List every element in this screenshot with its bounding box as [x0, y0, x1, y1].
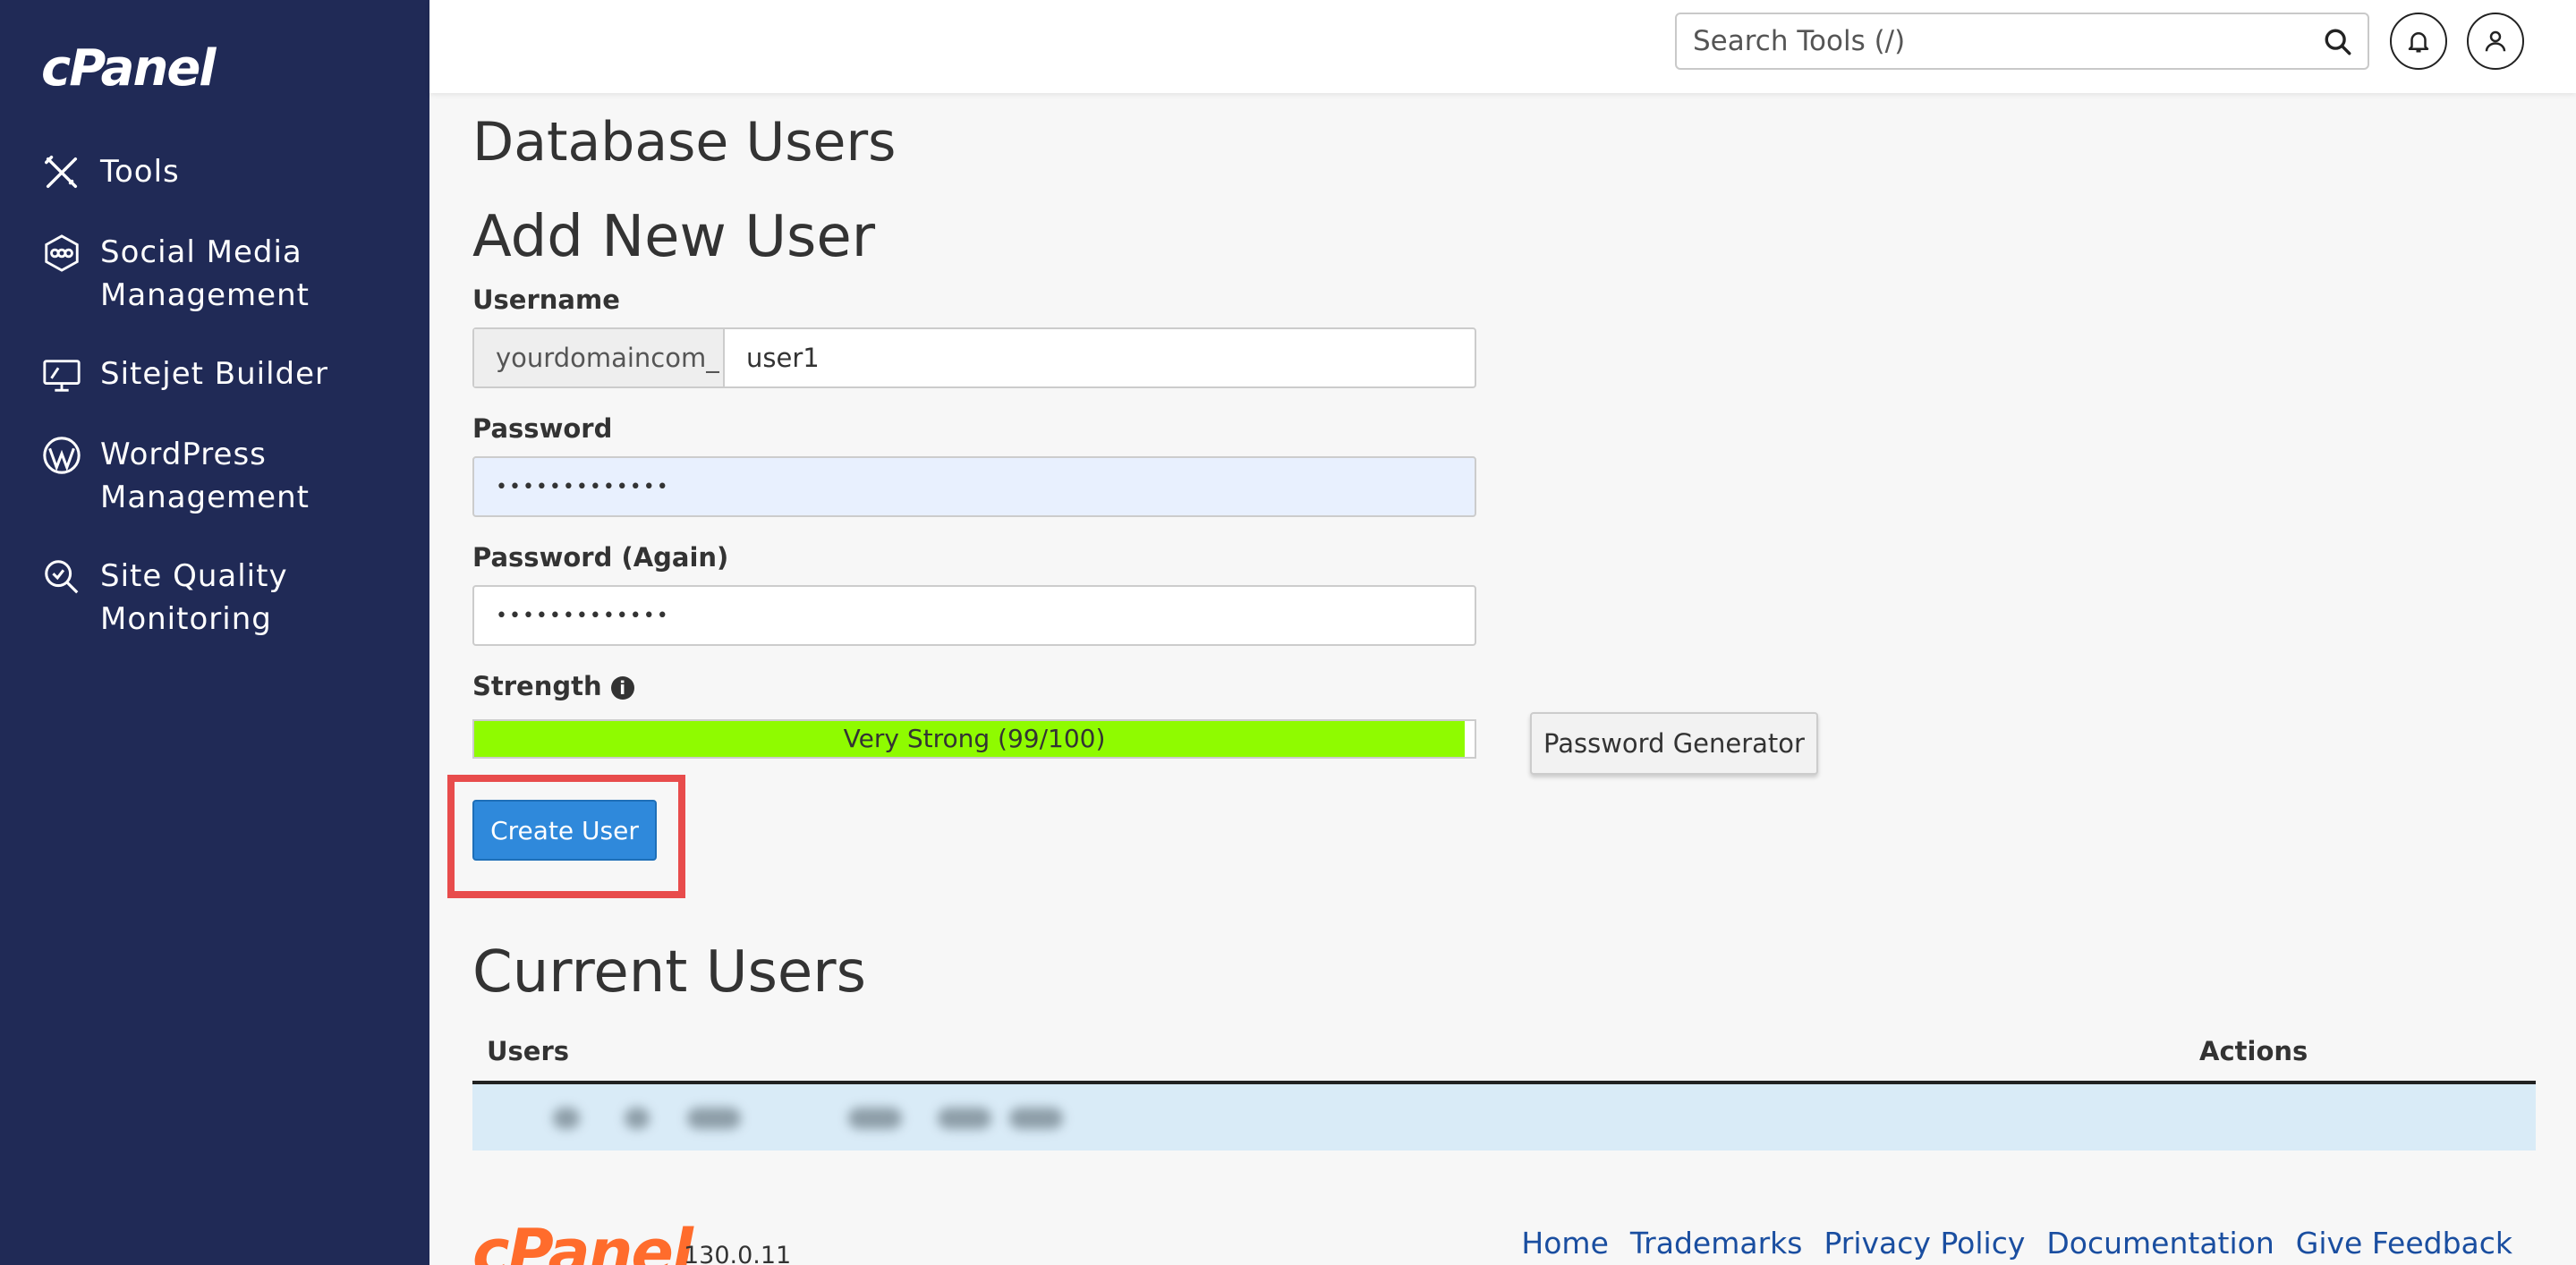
user-menu-button[interactable]: [2467, 13, 2524, 70]
users-table: Users Actions: [472, 1027, 2536, 1150]
notifications-button[interactable]: [2390, 13, 2447, 70]
social-media-icon: [39, 231, 84, 276]
strength-label: Strength: [472, 671, 602, 701]
username-prefix: yourdomaincom_: [474, 329, 725, 386]
search-icon[interactable]: [2323, 27, 2353, 57]
add-user-heading: Add New User: [472, 204, 876, 270]
footer-logo: cPanel: [472, 1216, 693, 1265]
strength-meter: Very Strong (99/100): [472, 719, 1476, 759]
search-input[interactable]: [1677, 14, 2303, 68]
blurred-text: [625, 1108, 650, 1129]
top-bar: [429, 0, 2576, 93]
sidebar-nav: Tools Social Media Management Sitejet Bu…: [39, 150, 415, 676]
sidebar-item-sitejet[interactable]: Sitejet Builder: [39, 352, 415, 397]
version-label: 130.0.11: [684, 1242, 792, 1265]
actions-column-header: Actions: [2199, 1036, 2308, 1066]
footer-link-feedback[interactable]: Give Feedback: [2296, 1226, 2512, 1261]
footer-link-home[interactable]: Home: [1521, 1226, 1608, 1261]
password-label: Password: [472, 413, 613, 444]
blurred-text: [848, 1108, 902, 1129]
sitejet-icon: [39, 352, 84, 397]
sidebar-item-label: Social Media Management: [100, 234, 310, 313]
footer-link-privacy[interactable]: Privacy Policy: [1824, 1226, 2025, 1261]
sidebar-item-label: Site Quality Monitoring: [100, 558, 288, 637]
footer-link-trademarks[interactable]: Trademarks: [1630, 1226, 1803, 1261]
user-icon: [2485, 30, 2506, 52]
blurred-text: [1009, 1108, 1063, 1129]
username-label: Username: [472, 284, 620, 315]
page-title: Database Users: [472, 111, 897, 174]
username-input[interactable]: [725, 329, 1475, 386]
search-box: [1675, 13, 2369, 70]
sidebar-item-site-quality[interactable]: Site Quality Monitoring: [39, 555, 415, 641]
table-row[interactable]: [472, 1084, 2536, 1150]
blurred-text: [687, 1108, 741, 1129]
sidebar-item-label: Tools: [100, 154, 180, 190]
users-column-header: Users: [487, 1036, 570, 1066]
site-quality-icon: [39, 555, 84, 599]
sidebar-item-label: WordPress Management: [100, 437, 310, 515]
cpanel-logo[interactable]: cPanel: [41, 39, 216, 98]
blurred-text: [553, 1108, 580, 1129]
footer-links: Home Trademarks Privacy Policy Documenta…: [1521, 1226, 2512, 1261]
sidebar-item-wordpress[interactable]: WordPress Management: [39, 433, 415, 519]
password-input[interactable]: [472, 456, 1476, 517]
username-field: yourdomaincom_: [472, 327, 1476, 388]
footer: cPanel 130.0.11 Home Trademarks Privacy …: [472, 1217, 2536, 1265]
sidebar-item-tools[interactable]: Tools: [39, 150, 415, 195]
password-again-label: Password (Again): [472, 542, 729, 573]
sidebar: cPanel Tools Social Media Management Sit…: [0, 0, 429, 1265]
bell-icon: [2408, 32, 2429, 53]
tools-icon: [39, 150, 84, 195]
info-icon[interactable]: i: [610, 676, 634, 700]
password-generator-button[interactable]: Password Generator: [1530, 712, 1818, 775]
sidebar-item-label: Sitejet Builder: [100, 356, 329, 392]
create-user-button[interactable]: Create User: [472, 800, 657, 861]
blurred-text: [938, 1108, 991, 1129]
strength-label-row: Strength i: [472, 671, 634, 701]
password-again-input[interactable]: [472, 585, 1476, 646]
current-users-heading: Current Users: [472, 939, 866, 1006]
sidebar-item-social-media[interactable]: Social Media Management: [39, 231, 415, 317]
footer-link-documentation[interactable]: Documentation: [2046, 1226, 2274, 1261]
table-header: Users Actions: [472, 1027, 2536, 1084]
wordpress-icon: [39, 433, 84, 478]
strength-meter-text: Very Strong (99/100): [843, 724, 1106, 753]
